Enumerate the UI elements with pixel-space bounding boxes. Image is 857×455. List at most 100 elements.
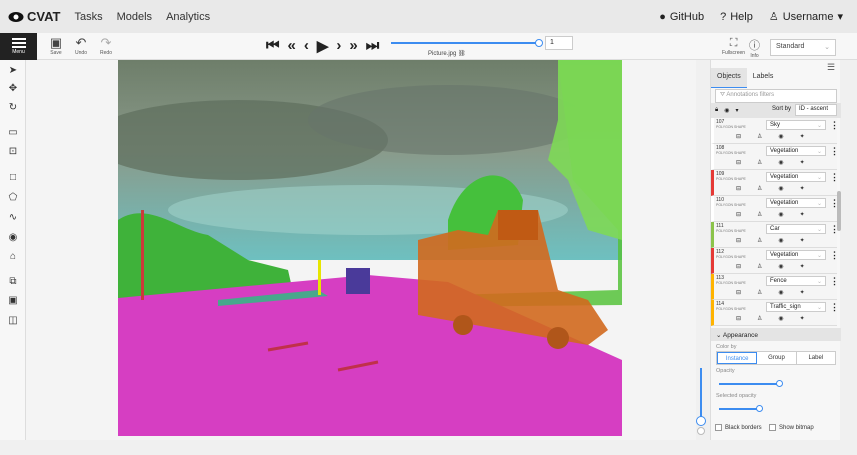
- annotations-filter-input[interactable]: ⛛ Annotations filters: [715, 89, 837, 103]
- appearance-header[interactable]: ⌄ Appearance: [711, 328, 841, 341]
- zoom-region-icon[interactable]: ⊡: [6, 144, 20, 158]
- caret-down-icon[interactable]: ▾: [735, 107, 738, 114]
- fullscreen-button[interactable]: ⛶ Fullscreen: [722, 37, 745, 56]
- first-frame-icon[interactable]: ⏮: [266, 37, 280, 55]
- split-icon[interactable]: ◫: [6, 313, 20, 327]
- object-item[interactable]: 107 POLYGON SHAPE Sky ⌄ ⋮ ⊟ ♙ ◉ ✦: [711, 118, 837, 144]
- pin-icon[interactable]: ✦: [800, 289, 805, 296]
- previous-frame-icon[interactable]: ‹: [304, 37, 309, 55]
- fit-image-icon[interactable]: ▭: [6, 125, 20, 139]
- play-icon[interactable]: ▶: [317, 37, 329, 55]
- zoom-slider-thumb[interactable]: [696, 416, 706, 426]
- lock-icon[interactable]: ⊟: [736, 133, 741, 140]
- lock-icon[interactable]: ⊟: [736, 159, 741, 166]
- pin-user-icon[interactable]: ♙: [757, 237, 762, 244]
- pin-icon[interactable]: ✦: [800, 159, 805, 166]
- polygon-icon[interactable]: ⬠: [6, 190, 20, 204]
- lock-icon[interactable]: ⊟: [736, 289, 741, 296]
- pin-user-icon[interactable]: ♙: [757, 133, 762, 140]
- tag-icon[interactable]: ⌂: [6, 249, 20, 263]
- opacity-thumb[interactable]: [776, 380, 783, 387]
- lock-all-icon[interactable]: 🔒︎: [715, 107, 718, 114]
- object-item[interactable]: 114 POLYGON SHAPE Traffic_sign ⌄ ⋮ ⊟ ♙ ◉ ✦: [711, 300, 837, 326]
- selected-opacity-thumb[interactable]: [756, 405, 763, 412]
- frame-slider[interactable]: [391, 39, 543, 47]
- color-by-group[interactable]: Group: [757, 352, 797, 364]
- pin-icon[interactable]: ✦: [800, 237, 805, 244]
- object-item[interactable]: 112 POLYGON SHAPE Vegetation ⌄ ⋮ ⊟ ♙ ◉ ✦: [711, 248, 837, 274]
- fast-backward-icon[interactable]: «: [288, 37, 296, 55]
- canvas-area[interactable]: [26, 60, 696, 440]
- cursor-icon[interactable]: ➤: [6, 63, 20, 77]
- save-button[interactable]: ▣ Save: [45, 36, 67, 58]
- more-icon[interactable]: ⋮: [830, 172, 837, 183]
- lock-icon[interactable]: ⊟: [736, 315, 741, 322]
- object-item[interactable]: 111 POLYGON SHAPE Car ⌄ ⋮ ⊟ ♙ ◉ ✦: [711, 222, 837, 248]
- eye-icon[interactable]: ◉: [778, 237, 783, 244]
- show-bitmap-checkbox[interactable]: Show bitmap: [769, 424, 814, 431]
- pin-icon[interactable]: ✦: [800, 263, 805, 270]
- pin-icon[interactable]: ✦: [800, 211, 805, 218]
- github-link[interactable]: ● GitHub: [659, 11, 704, 23]
- pin-user-icon[interactable]: ♙: [757, 159, 762, 166]
- menu-button[interactable]: Menu: [0, 33, 37, 60]
- sort-select[interactable]: ID - ascent: [795, 104, 837, 116]
- show-bitmap-box[interactable]: [769, 424, 776, 431]
- eye-icon[interactable]: ◉: [778, 289, 783, 296]
- lock-icon[interactable]: ⊟: [736, 211, 741, 218]
- more-icon[interactable]: ⋮: [830, 224, 837, 235]
- pin-icon[interactable]: ✦: [800, 185, 805, 192]
- rotate-icon[interactable]: ↻: [6, 100, 20, 114]
- last-frame-icon[interactable]: ⏭: [366, 37, 380, 55]
- tab-labels[interactable]: Labels: [747, 68, 780, 88]
- points-icon[interactable]: ◉: [6, 230, 20, 244]
- pin-icon[interactable]: ✦: [800, 315, 805, 322]
- move-icon[interactable]: ✥: [6, 81, 20, 95]
- eye-icon[interactable]: ◉: [778, 211, 783, 218]
- object-label-select[interactable]: Vegetation ⌄: [766, 198, 826, 208]
- frame-slider-thumb[interactable]: [535, 39, 543, 47]
- object-label-select[interactable]: Traffic_sign ⌄: [766, 302, 826, 312]
- object-label-select[interactable]: Vegetation ⌄: [766, 250, 826, 260]
- lock-icon[interactable]: ⊟: [736, 237, 741, 244]
- more-icon[interactable]: ⋮: [830, 276, 837, 287]
- object-label-select[interactable]: Fence ⌄: [766, 276, 826, 286]
- pin-user-icon[interactable]: ♙: [757, 263, 762, 270]
- sidebar-collapse-icon[interactable]: ☰: [822, 58, 840, 76]
- tab-objects[interactable]: Objects: [711, 68, 747, 88]
- zoom-slider[interactable]: [696, 368, 706, 436]
- eye-all-icon[interactable]: ◉: [724, 107, 729, 114]
- more-icon[interactable]: ⋮: [830, 198, 837, 209]
- object-item[interactable]: 108 POLYGON SHAPE Vegetation ⌄ ⋮ ⊟ ♙ ◉ ✦: [711, 144, 837, 170]
- info-button[interactable]: ⓘ Info: [749, 37, 760, 59]
- black-borders-checkbox[interactable]: Black borders: [715, 424, 762, 431]
- user-menu[interactable]: ♙ Username ▾: [769, 10, 843, 24]
- more-icon[interactable]: ⋮: [830, 146, 837, 157]
- frame-number-input[interactable]: 1: [545, 36, 573, 50]
- object-item[interactable]: 110 POLYGON SHAPE Vegetation ⌄ ⋮ ⊟ ♙ ◉ ✦: [711, 196, 837, 222]
- undo-button[interactable]: ↶ Undo: [70, 36, 92, 58]
- black-borders-box[interactable]: [715, 424, 722, 431]
- nav-analytics[interactable]: Analytics: [166, 11, 210, 23]
- redo-button[interactable]: ↷ Redo: [95, 36, 117, 58]
- eye-icon[interactable]: ◉: [778, 315, 783, 322]
- color-by-instance[interactable]: Instance: [717, 352, 758, 364]
- more-icon[interactable]: ⋮: [830, 120, 837, 131]
- more-icon[interactable]: ⋮: [830, 250, 837, 261]
- more-icon[interactable]: ⋮: [830, 302, 837, 313]
- nav-tasks[interactable]: Tasks: [74, 11, 102, 23]
- object-label-select[interactable]: Vegetation ⌄: [766, 172, 826, 182]
- opacity-slider[interactable]: [719, 380, 819, 387]
- cvat-logo[interactable]: CVAT: [8, 9, 60, 24]
- object-label-select[interactable]: Car ⌄: [766, 224, 826, 234]
- polyline-icon[interactable]: ∿: [6, 210, 20, 224]
- object-item[interactable]: 109 POLYGON SHAPE Vegetation ⌄ ⋮ ⊟ ♙ ◉ ✦: [711, 170, 837, 196]
- object-label-select[interactable]: Sky ⌄: [766, 120, 826, 130]
- group-icon[interactable]: ▣: [6, 293, 20, 307]
- eye-icon[interactable]: ◉: [778, 133, 783, 140]
- object-label-select[interactable]: Vegetation ⌄: [766, 146, 826, 156]
- fast-forward-icon[interactable]: »: [349, 37, 357, 55]
- zoom-reset-icon[interactable]: [697, 427, 705, 435]
- rectangle-icon[interactable]: □: [6, 170, 20, 184]
- help-link[interactable]: ? Help: [720, 11, 753, 23]
